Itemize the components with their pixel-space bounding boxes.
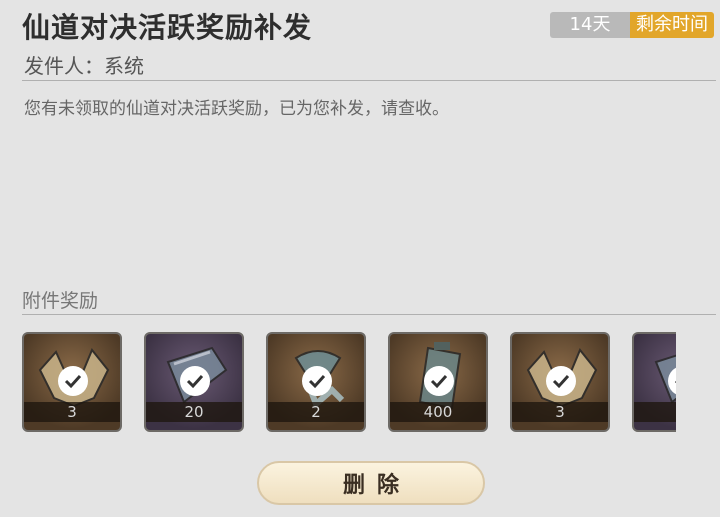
item-quantity [634,402,676,422]
attachment-item[interactable]: 2 [266,332,366,432]
attachment-list: 3 20 2 400 3 [22,332,676,436]
item-quantity: 3 [24,402,120,422]
delete-button[interactable]: 删除 [257,461,485,505]
claimed-check-icon [546,366,576,396]
claimed-check-icon [58,366,88,396]
mail-sender: 发件人：系统 [24,54,144,78]
expiry-label: 剩余时间 [630,12,714,38]
item-quantity: 2 [268,402,364,422]
mail-title: 仙道对决活跃奖励补发 [22,11,313,44]
item-quantity: 20 [146,402,242,422]
claimed-check-icon [424,366,454,396]
claimed-check-icon [302,366,332,396]
item-quantity: 400 [390,402,486,422]
attachment-item[interactable]: 20 [144,332,244,432]
divider [22,314,716,315]
attachments-label: 附件奖励 [22,290,99,312]
attachment-item[interactable]: 3 [22,332,122,432]
attachment-item[interactable]: 3 [510,332,610,432]
expiry-badge: 14天 剩余时间 [550,12,714,38]
mail-body: 您有未领取的仙道对决活跃奖励，已为您补发，请查收。 [24,99,449,119]
attachment-item[interactable]: 400 [388,332,488,432]
divider [22,80,716,81]
expiry-days: 14天 [550,12,630,38]
claimed-check-icon [180,366,210,396]
item-quantity: 3 [512,402,608,422]
attachment-item[interactable] [632,332,676,432]
